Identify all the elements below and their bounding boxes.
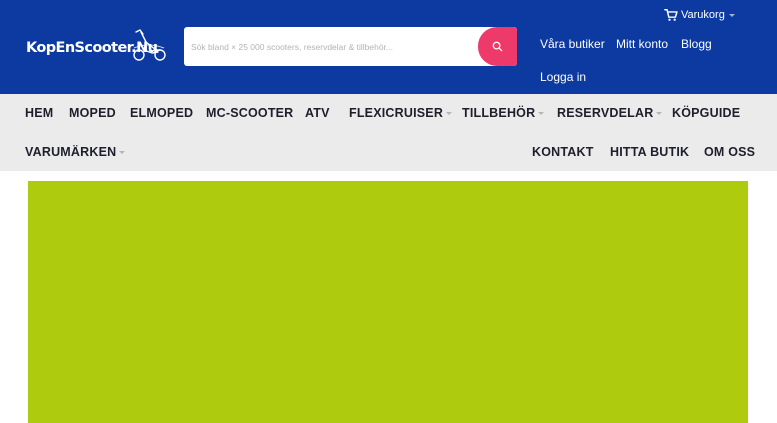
search-button[interactable]	[478, 27, 517, 66]
nav-item-label: VARUMÄRKEN	[25, 145, 117, 159]
cart-label: Varukorg	[681, 9, 725, 21]
nav-item-label: MOPED	[69, 106, 116, 120]
hero-banner[interactable]	[28, 181, 748, 423]
nav-item-varumarken[interactable]: VARUMÄRKEN	[25, 145, 126, 159]
site-logo[interactable]: KopEnScooter.Nu	[26, 29, 171, 66]
nav-item-label: ATV	[305, 106, 330, 120]
nav-item-label: KONTAKT	[532, 145, 594, 159]
link-logga-in[interactable]: Logga in	[540, 70, 586, 84]
nav-item-atv[interactable]: ATV	[305, 106, 330, 120]
nav-item-kontakt[interactable]: KONTAKT	[532, 145, 594, 159]
site-header: KopEnScooter.Nu Varukorg Våra butiker Mi…	[0, 0, 777, 94]
search-bar	[184, 27, 517, 66]
cart-icon	[664, 9, 678, 21]
chevron-down-icon	[728, 14, 735, 17]
nav-item-label: FLEXICRUISER	[349, 106, 444, 120]
chevron-down-icon	[538, 111, 545, 115]
nav-item-om-oss[interactable]: OM OSS	[704, 145, 755, 159]
main-nav: HEM MOPED ELMOPED MC-SCOOTER ATV FLEXICR…	[0, 94, 777, 171]
scooter-logo-icon	[133, 29, 166, 61]
nav-item-label: TILLBEHÖR	[462, 106, 536, 120]
link-mitt-konto[interactable]: Mitt konto	[616, 37, 668, 51]
nav-item-label: RESERVDELAR	[557, 106, 654, 120]
nav-item-tillbehor[interactable]: TILLBEHÖR	[462, 106, 545, 120]
link-vara-butiker[interactable]: Våra butiker	[540, 37, 605, 51]
nav-item-elmoped[interactable]: ELMOPED	[130, 106, 193, 120]
search-icon	[492, 41, 503, 52]
nav-item-label: HITTA BUTIK	[610, 145, 690, 159]
chevron-down-icon	[119, 150, 126, 154]
chevron-down-icon	[656, 111, 663, 115]
nav-item-label: ELMOPED	[130, 106, 194, 120]
link-blogg[interactable]: Blogg	[681, 37, 712, 51]
nav-item-label: KÖPGUIDE	[672, 106, 741, 120]
nav-item-flexicruiser[interactable]: FLEXICRUISER	[349, 106, 453, 120]
nav-item-label: HEM	[25, 106, 54, 120]
nav-item-kopguide[interactable]: KÖPGUIDE	[672, 106, 740, 120]
nav-item-hem[interactable]: HEM	[25, 106, 53, 120]
nav-item-reservdelar[interactable]: RESERVDELAR	[557, 106, 663, 120]
nav-item-mc-scooter[interactable]: MC-SCOOTER	[206, 106, 293, 120]
nav-item-label: OM OSS	[704, 145, 756, 159]
nav-item-hitta-butik[interactable]: HITTA BUTIK	[610, 145, 689, 159]
nav-item-label: MC-SCOOTER	[206, 106, 294, 120]
search-input[interactable]	[184, 27, 478, 66]
chevron-down-icon	[446, 111, 453, 115]
cart-button[interactable]: Varukorg	[664, 7, 735, 23]
nav-item-moped[interactable]: MOPED	[69, 106, 116, 120]
